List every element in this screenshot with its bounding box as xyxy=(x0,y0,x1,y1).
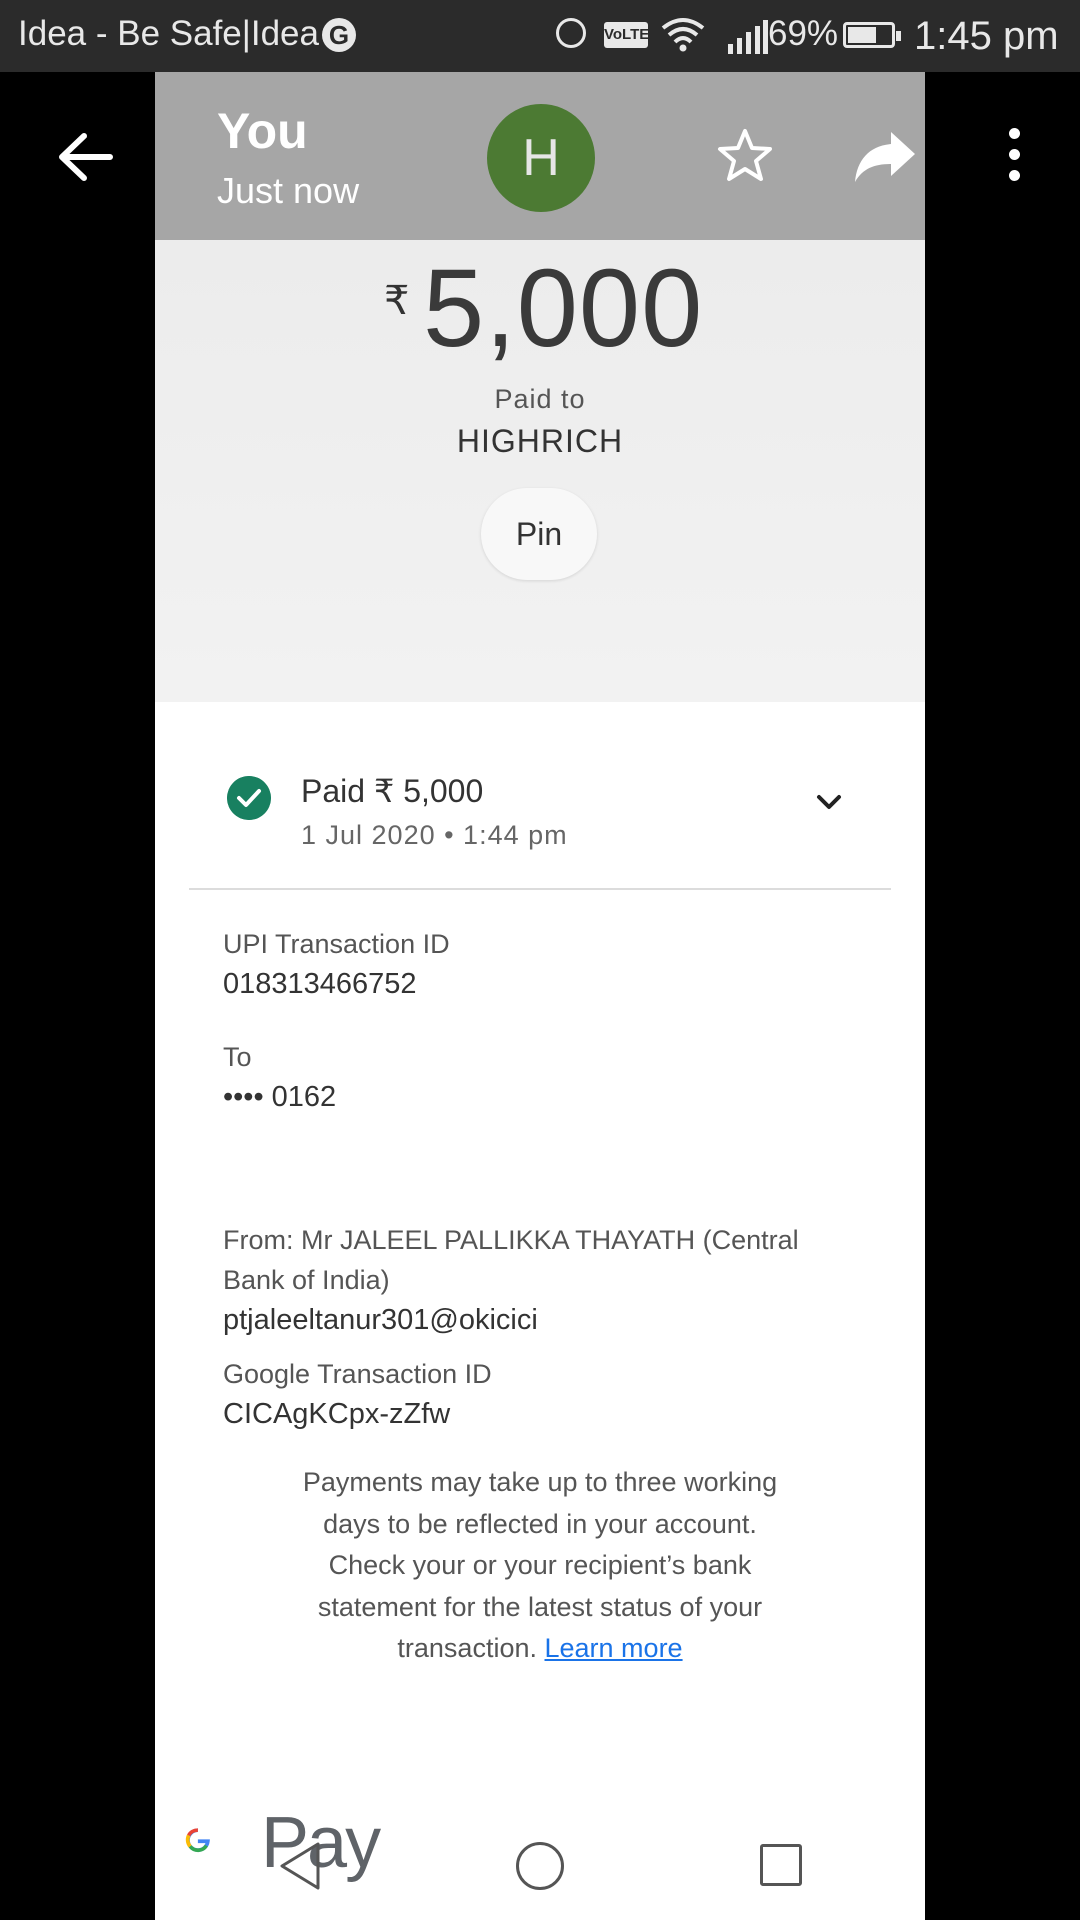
nav-back-icon[interactable] xyxy=(270,1836,330,1896)
merchant-name: HIGHRICH xyxy=(456,423,624,459)
chevron-down-icon[interactable] xyxy=(813,790,845,814)
note-line: Check your or your recipient’s bank xyxy=(328,1550,752,1580)
from-label-line2: Bank of India) xyxy=(223,1265,390,1295)
share-icon[interactable] xyxy=(853,128,917,186)
to-field: To •••• 0162 xyxy=(223,1037,336,1117)
payment-status: Paid ₹ 5,000 xyxy=(301,773,484,809)
google-transaction-id: CICAgKCpx-zZfw xyxy=(223,1398,451,1430)
back-arrow-icon[interactable] xyxy=(54,126,116,188)
transaction-page: You Just now H ₹ 5,000 Paid to HIGHRICH … xyxy=(155,72,925,1920)
upi-transaction-label: UPI Transaction ID xyxy=(223,929,450,959)
note-line: statement for the latest status of your xyxy=(317,1591,763,1622)
carrier-name: Idea - Be Safe|Idea xyxy=(18,14,319,53)
payment-date: 1 Jul 2020 • 1:44 pm xyxy=(301,820,568,850)
paid-to-label: Paid to xyxy=(494,384,586,414)
upi-transaction-field: UPI Transaction ID 018313466752 xyxy=(223,924,450,1004)
clock: 1:45 pm xyxy=(914,14,1059,58)
battery-percent: 69% xyxy=(768,14,839,53)
sender-name: You xyxy=(217,103,308,159)
google-status-icon: G xyxy=(322,18,356,52)
pin-button[interactable]: Pin xyxy=(481,488,597,580)
signal-icon xyxy=(728,20,768,54)
avatar[interactable]: H xyxy=(487,104,595,212)
divider xyxy=(189,888,891,890)
to-label: To xyxy=(223,1042,252,1072)
transaction-header: You Just now H xyxy=(155,72,925,240)
from-field: From: Mr JALEEL PALLIKKA THAYATH (Centra… xyxy=(223,1220,799,1340)
battery-icon xyxy=(843,22,901,48)
sent-time: Just now xyxy=(217,170,360,211)
amount-section: ₹ 5,000 Paid to HIGHRICH Pin xyxy=(155,240,925,702)
from-upi-id: ptjaleeltanur301@okicici xyxy=(223,1304,538,1336)
wifi-icon xyxy=(661,18,705,52)
check-circle-icon xyxy=(227,776,271,820)
to-account: •••• 0162 xyxy=(223,1081,337,1113)
more-vert-icon[interactable] xyxy=(994,128,1034,188)
note-line: transaction. xyxy=(397,1633,537,1663)
amount: 5,000 xyxy=(423,247,704,370)
google-g-icon xyxy=(185,1828,210,1853)
volte-icon: VoLTE xyxy=(604,22,649,48)
star-icon[interactable] xyxy=(715,126,775,186)
alarm-icon xyxy=(556,18,586,48)
status-bar: Idea - Be Safe|Idea G VoLTE 69% 1:45 pm xyxy=(0,0,1080,72)
payment-note: Payments may take up to three working da… xyxy=(225,1462,855,1670)
note-line: days to be reflected in your account. xyxy=(323,1508,757,1539)
upi-transaction-id: 018313466752 xyxy=(223,968,417,1000)
from-label-line1: From: Mr JALEEL PALLIKKA THAYATH (Centra… xyxy=(223,1225,799,1255)
google-transaction-block: Google Transaction ID CICAgKCpx-zZfw xyxy=(223,1354,492,1434)
learn-more-link[interactable]: Learn more xyxy=(545,1633,683,1663)
google-transaction-label: Google Transaction ID xyxy=(223,1359,492,1389)
nav-recents-icon[interactable] xyxy=(760,1844,802,1886)
note-line-last: transaction. Learn more xyxy=(225,1628,855,1670)
note-line: Payments may take up to three working xyxy=(302,1467,778,1497)
nav-home-icon[interactable] xyxy=(516,1842,564,1890)
currency-symbol: ₹ xyxy=(384,279,410,323)
